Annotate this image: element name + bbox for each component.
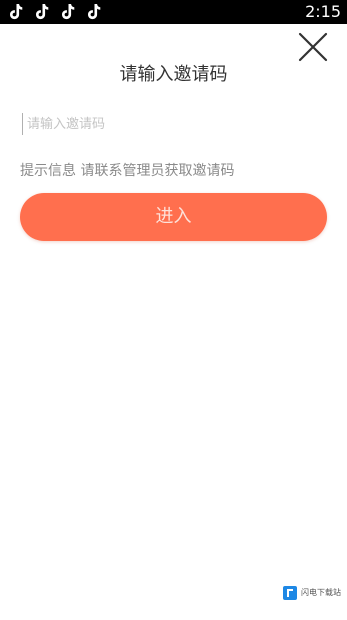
status-time: 2:15 <box>305 2 341 21</box>
status-bar: 2:15 <box>0 0 347 24</box>
watermark-logo-icon <box>283 586 297 600</box>
close-icon[interactable] <box>296 30 330 64</box>
tiktok-icon <box>10 4 23 20</box>
notification-icons <box>8 3 102 21</box>
hint-text: 提示信息 请联系管理员获取邀请码 <box>20 163 235 179</box>
watermark-text: 闪电下载站 <box>301 588 341 597</box>
invite-code-screen: 2:15 请输入邀请码 提示信息 请联系管理员获取邀请码 进入 闪电下载站 <box>0 0 347 620</box>
enter-button[interactable]: 进入 <box>20 193 327 241</box>
tiktok-icon <box>36 4 49 20</box>
watermark: 闪电下载站 <box>283 586 341 600</box>
tiktok-icon <box>88 4 101 20</box>
tiktok-icon <box>62 4 75 20</box>
invite-code-input[interactable] <box>22 113 327 135</box>
page-title: 请输入邀请码 <box>119 64 228 85</box>
